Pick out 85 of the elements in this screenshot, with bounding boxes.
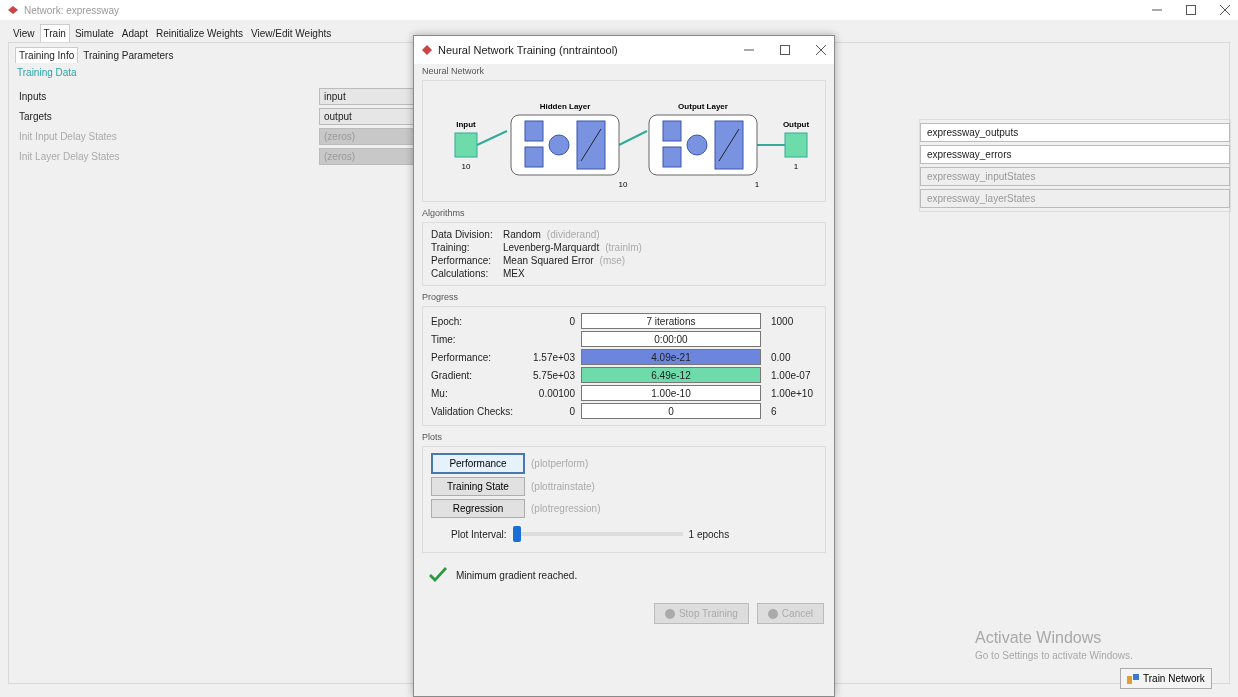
node-size: 1	[793, 162, 799, 171]
target-value: 6	[771, 405, 777, 417]
field-value: Levenberg-Marquardt	[503, 242, 600, 253]
progress-value: 7 iterations	[646, 315, 696, 327]
function-name: (plotregression)	[531, 503, 602, 514]
field-label: Time:	[431, 333, 457, 345]
target-value: 1000	[771, 315, 794, 327]
plot-button[interactable]: Training State	[431, 477, 525, 496]
stop-icon	[664, 608, 675, 619]
progress-value: 1.00e-10	[651, 387, 691, 399]
network-icon	[1127, 673, 1139, 684]
node-label: Hidden Layer	[539, 102, 591, 111]
slider-thumb[interactable]	[512, 526, 521, 542]
close-icon[interactable]	[816, 45, 826, 55]
tab[interactable]: Adapt	[118, 24, 151, 42]
node-label: Input	[456, 120, 476, 129]
target-value: 0.00	[771, 351, 791, 363]
plot-button[interactable]: Performance	[431, 453, 525, 474]
tab[interactable]: View	[10, 24, 38, 42]
function-name: (mse)	[599, 255, 626, 266]
window-title: Network: expressway	[24, 4, 120, 16]
group-title: Neural Network	[422, 66, 486, 76]
field-label: Performance:	[431, 351, 493, 363]
field-label: Mu:	[431, 387, 449, 399]
slider-label: Plot Interval:	[451, 528, 507, 540]
activation-title: Activate Windows	[975, 629, 1103, 647]
node-size: 10	[461, 162, 471, 171]
group-title: Progress	[422, 292, 459, 302]
maximize-icon[interactable]	[1186, 5, 1196, 15]
field-value: Mean Squared Error	[503, 255, 594, 266]
field-label: Init Input Delay States	[19, 130, 118, 144]
app-icon	[8, 6, 18, 14]
checkmark-icon	[428, 567, 448, 583]
field-label: Init Layer Delay States	[19, 150, 121, 164]
start-value: 0	[569, 315, 575, 327]
function-name: (dividerand)	[546, 229, 600, 240]
activation-text: Go to Settings to activate Windows.	[975, 650, 1133, 661]
field-label: Targets	[19, 110, 53, 124]
field-value: MEX	[503, 268, 525, 279]
function-name: (plotperform)	[531, 458, 590, 469]
start-value: 5.75e+03	[533, 369, 575, 381]
tab[interactable]: Training Parameters	[80, 47, 177, 63]
field-label: Performance:	[431, 255, 493, 266]
target-value: 1.00e-07	[771, 369, 811, 381]
tab[interactable]: View/Edit Weights	[248, 24, 335, 42]
train-network-button[interactable]: Train Network	[1120, 668, 1212, 689]
close-icon[interactable]	[1220, 5, 1230, 15]
node-size: 1	[754, 180, 760, 189]
field-label: Gradient:	[431, 369, 474, 381]
group-title: Algorithms	[422, 208, 466, 218]
start-value: 1.57e+03	[533, 351, 575, 363]
tab[interactable]: Simulate	[71, 24, 117, 42]
field-label: Validation Checks:	[431, 405, 515, 417]
field-label: Inputs	[19, 90, 48, 104]
node-label: Output Layer	[678, 102, 728, 111]
status-message: Minimum gradient reached.	[456, 569, 578, 581]
tab[interactable]: Train	[39, 24, 70, 42]
field-label: Calculations:	[431, 268, 490, 279]
progress-value: 0	[668, 405, 674, 417]
field-value: Random	[503, 229, 541, 240]
progress-value: 4.09e-21	[651, 351, 691, 363]
field-label: Training:	[431, 242, 471, 253]
tab[interactable]: Reinitialize Weights	[152, 24, 247, 42]
function-name: (plottrainstate)	[531, 481, 596, 492]
section-title: Training Data	[17, 67, 77, 78]
tab[interactable]: Training Info	[15, 47, 79, 63]
field-label: Epoch:	[431, 315, 464, 327]
input-field[interactable]: expressway_outputs	[920, 123, 1230, 142]
function-name: (trainlm)	[605, 242, 642, 253]
target-value: 1.00e+10	[771, 387, 813, 399]
node-size: 10	[618, 180, 628, 189]
maximize-icon[interactable]	[780, 45, 790, 55]
plot-button[interactable]: Regression	[431, 499, 525, 518]
group-title: Plots	[422, 432, 443, 442]
field-label: Data Division:	[431, 229, 494, 240]
input-field[interactable]: expressway_errors	[920, 145, 1230, 164]
start-value: 0	[569, 405, 575, 417]
slider-value: 1 epochs	[688, 528, 730, 540]
start-value: 0.00100	[538, 387, 575, 399]
dialog-title: Neural Network Training (nntraintool)	[438, 44, 618, 56]
node-label: Output	[782, 120, 810, 129]
app-icon	[422, 45, 432, 55]
stop-icon	[767, 608, 778, 619]
progress-value: 6.49e-12	[651, 369, 691, 381]
progress-value: 0:00:00	[654, 333, 688, 345]
